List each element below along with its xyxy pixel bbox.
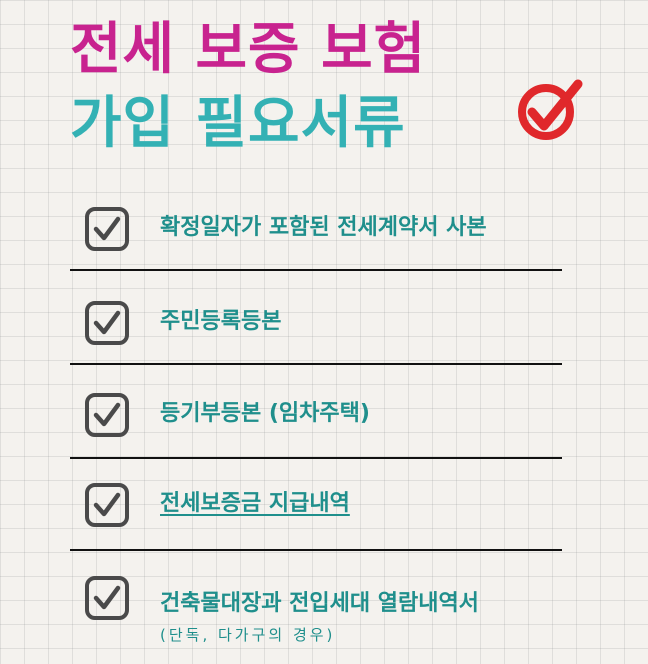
checkbox-checked-icon xyxy=(85,483,129,527)
item-label-2: 주민등록등본 xyxy=(160,309,282,334)
item-label-4: 전세보증금 지급내역 xyxy=(160,491,350,516)
divider-2 xyxy=(70,363,562,365)
item-label-5: 건축물대장과 전입세대 열람내역서 xyxy=(160,591,479,616)
title-line-1: 전세 보증 보험 xyxy=(70,17,427,82)
item-label-3: 등기부등본 (임차주택) xyxy=(160,401,370,426)
item-label-1: 확정일자가 포함된 전세계약서 사본 xyxy=(160,215,487,240)
checkbox-checked-icon xyxy=(85,576,129,620)
divider-3 xyxy=(70,457,562,459)
item-note-5: (단독, 다가구의 경우) xyxy=(160,626,336,644)
red-circle-check-icon xyxy=(518,79,583,140)
title-line-2: 가입 필요서류 xyxy=(70,91,406,156)
divider-1 xyxy=(70,269,562,271)
checkbox-checked-icon xyxy=(85,393,129,437)
checkbox-checked-icon xyxy=(85,207,129,251)
divider-4 xyxy=(70,549,562,551)
checkbox-checked-icon xyxy=(85,301,129,345)
